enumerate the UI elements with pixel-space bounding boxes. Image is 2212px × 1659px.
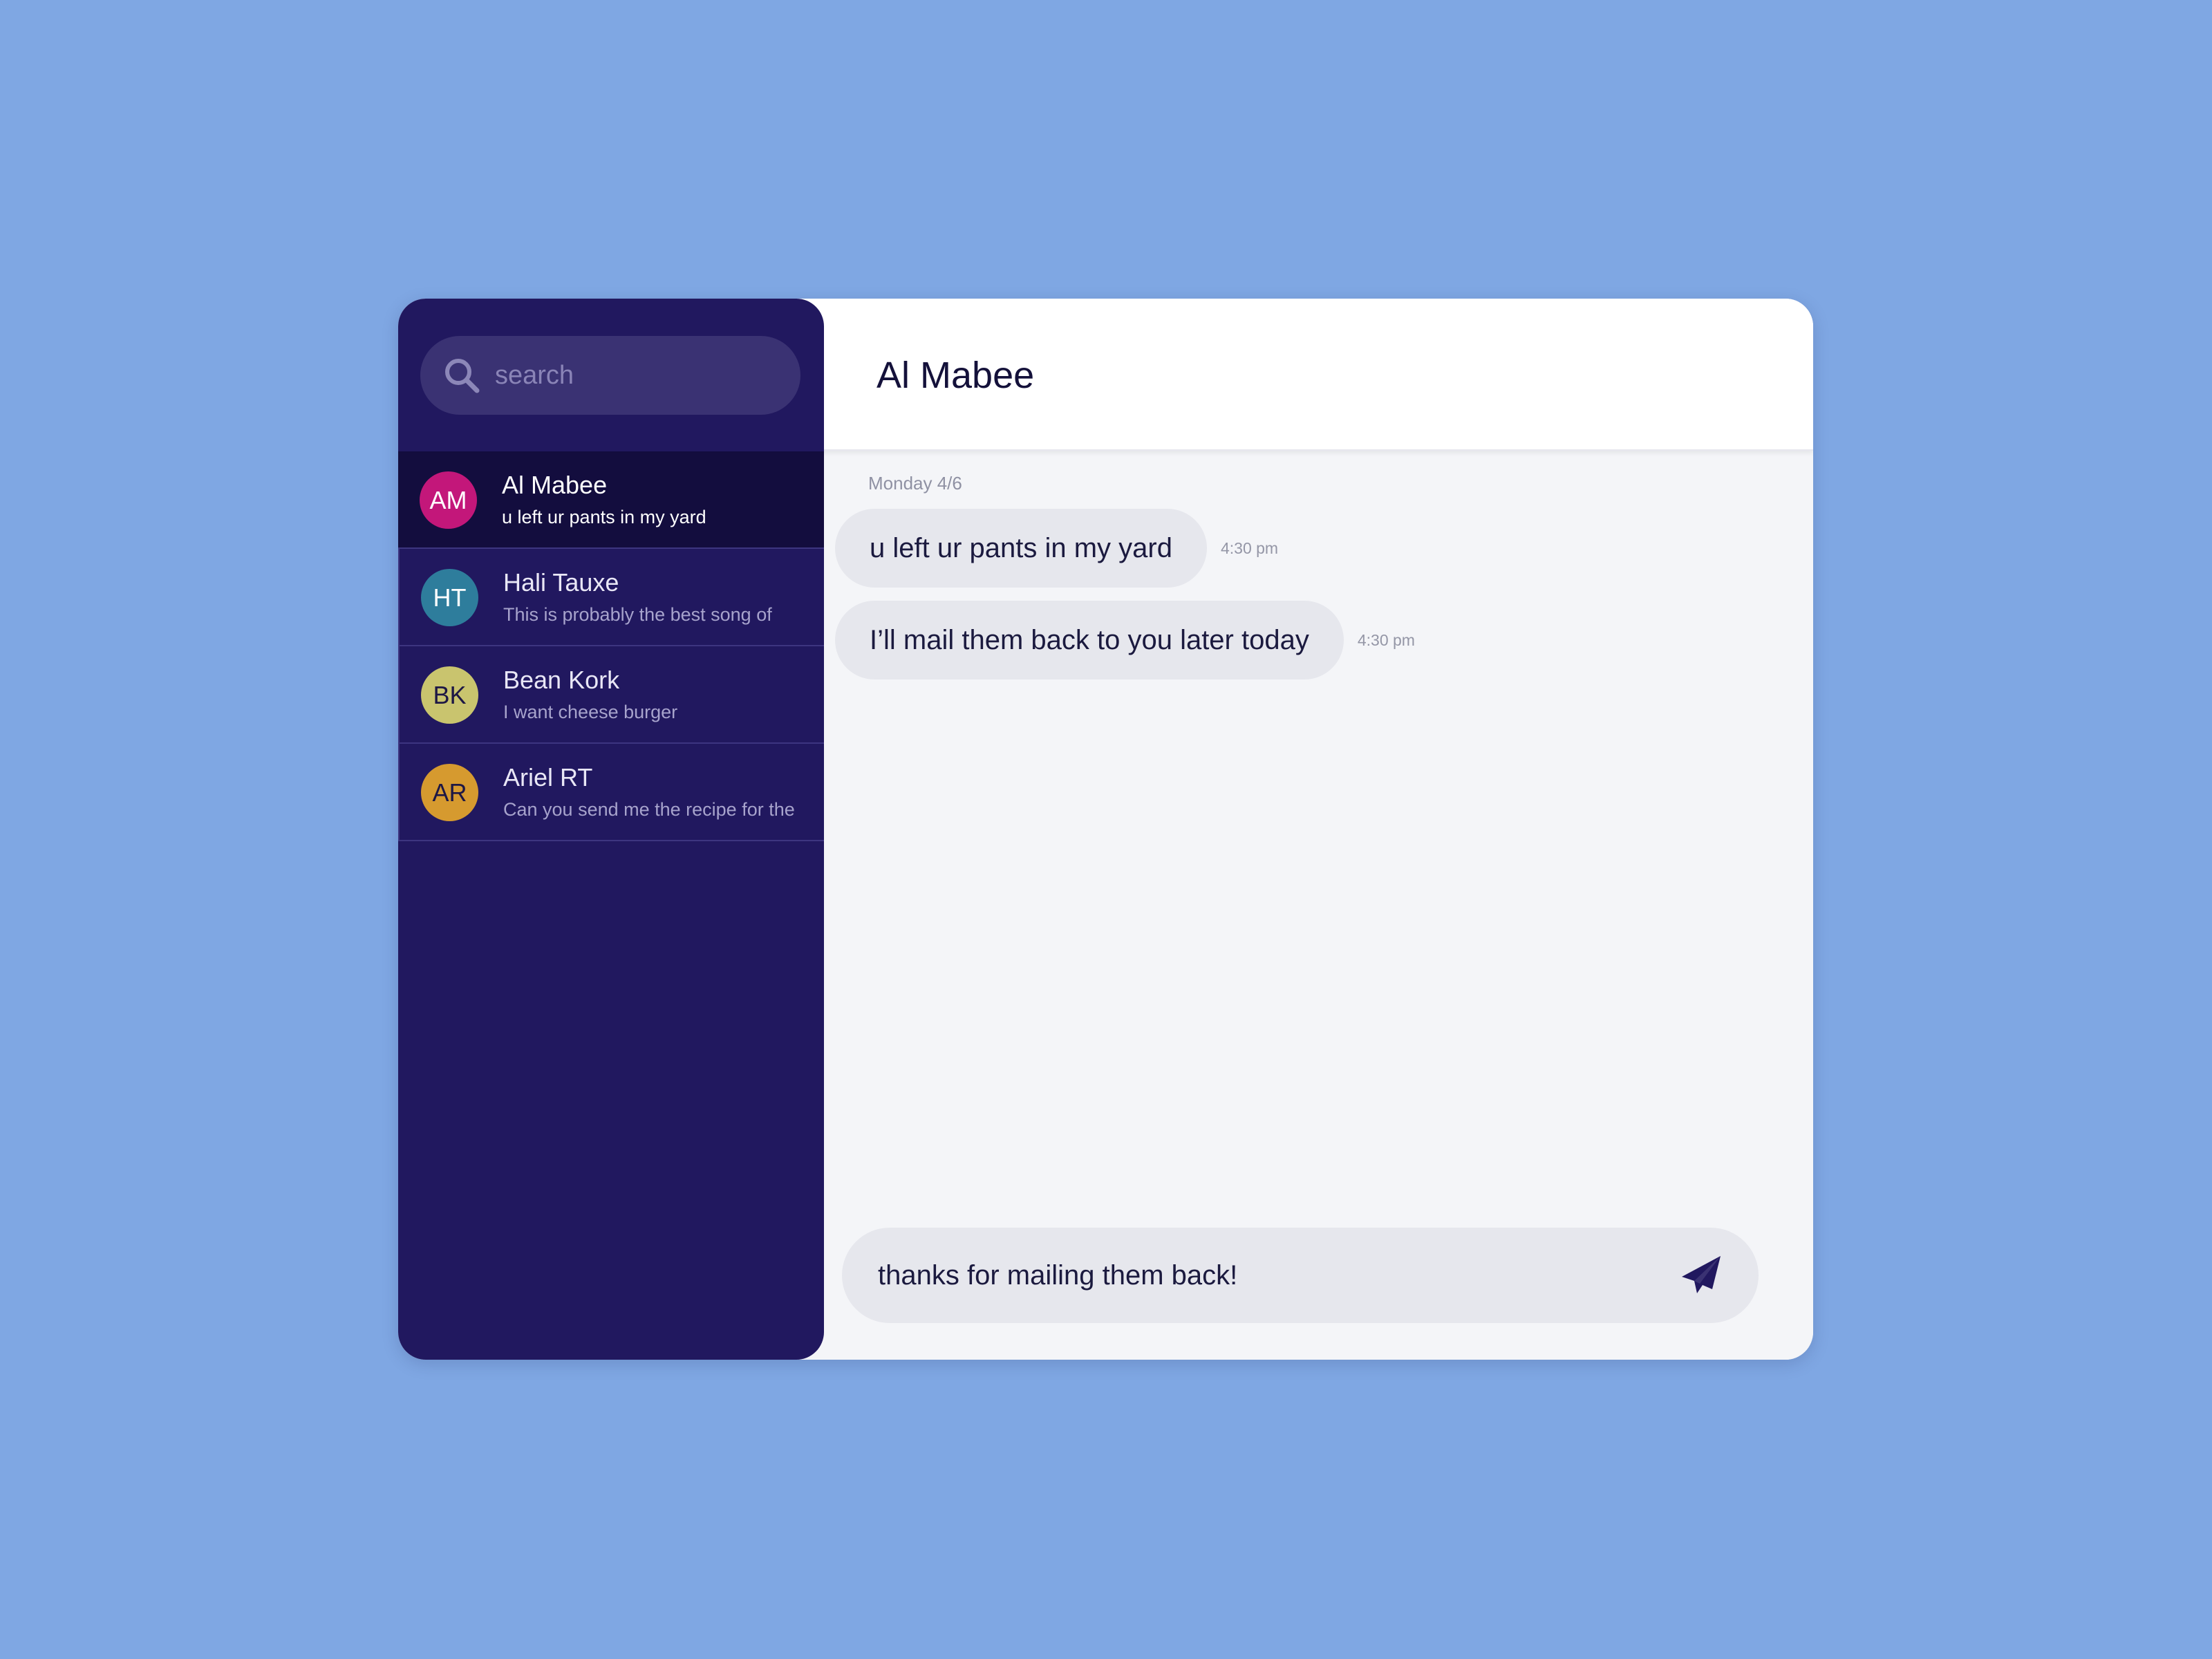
- send-button[interactable]: [1678, 1253, 1724, 1298]
- contact-name: Al Mabee: [502, 471, 608, 499]
- contact-list: AM Al Mabee u left ur pants in my yard H…: [398, 451, 824, 841]
- message-timestamp: 4:30 pm: [1357, 630, 1415, 649]
- sidebar: AM Al Mabee u left ur pants in my yard H…: [398, 299, 824, 1360]
- message-row: u left ur pants in my yard 4:30 pm: [835, 509, 1278, 588]
- chat-panel: Al Mabee Monday 4/6 u left ur pants in m…: [796, 299, 1813, 1360]
- avatar: AM: [420, 471, 477, 529]
- contact-preview: I want cheese burger: [503, 702, 678, 722]
- avatar: HT: [421, 569, 478, 626]
- message-input[interactable]: [877, 1259, 1678, 1292]
- contact-item-al-mabee[interactable]: AM Al Mabee u left ur pants in my yard: [398, 451, 824, 549]
- contact-item-hali-tauxe[interactable]: HT Hali Tauxe This is probably the best …: [398, 549, 824, 646]
- date-separator: Monday 4/6: [868, 473, 962, 494]
- contact-name: Hali Tauxe: [503, 568, 619, 597]
- send-icon: [1682, 1256, 1721, 1293]
- search-box[interactable]: [420, 336, 800, 415]
- search-icon: [445, 359, 480, 393]
- contact-item-bean-kork[interactable]: BK Bean Kork I want cheese burger: [398, 646, 824, 744]
- contact-preview: This is probably the best song of: [503, 604, 772, 625]
- contact-preview: Can you send me the recipe for the: [503, 799, 795, 820]
- chat-title: Al Mabee: [877, 355, 1035, 396]
- chat-header: Al Mabee: [796, 299, 1813, 451]
- search-input[interactable]: [494, 359, 787, 391]
- message-bubble: u left ur pants in my yard: [835, 509, 1207, 588]
- message-row: I’ll mail them back to you later today 4…: [835, 601, 1415, 679]
- avatar: AR: [421, 764, 478, 821]
- avatar: BK: [421, 666, 478, 724]
- message-timestamp: 4:30 pm: [1220, 538, 1279, 557]
- contact-name: Ariel RT: [503, 763, 593, 791]
- chat-app-window: AM Al Mabee u left ur pants in my yard H…: [398, 299, 1813, 1360]
- contact-preview: u left ur pants in my yard: [502, 507, 706, 527]
- message-bubble: I’ll mail them back to you later today: [835, 601, 1344, 679]
- contact-item-ariel-rt[interactable]: AR Ariel RT Can you send me the recipe f…: [398, 744, 824, 841]
- contact-name: Bean Kork: [503, 666, 620, 694]
- message-composer[interactable]: [842, 1228, 1759, 1323]
